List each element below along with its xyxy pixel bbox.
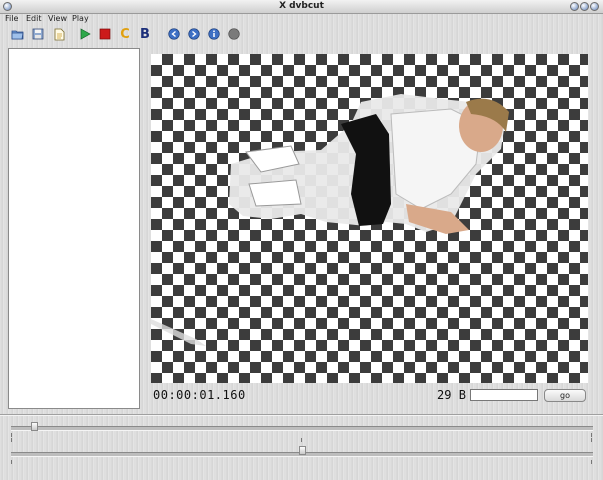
slider-tick [301, 438, 302, 442]
play-icon[interactable] [78, 27, 92, 41]
info-icon[interactable] [207, 27, 221, 41]
frame-info: 29 B [437, 388, 466, 402]
menu-edit[interactable]: Edit [26, 14, 42, 23]
title-bar: Xdvbcut [0, 0, 603, 14]
coarse-position-slider[interactable] [11, 426, 593, 431]
minimize-button[interactable] [570, 2, 579, 11]
toolbar: C B [0, 25, 603, 43]
bookmark-b-icon[interactable]: B [138, 27, 152, 42]
timecode-display: 00:00:01.160 [153, 388, 246, 402]
go-button[interactable]: go [544, 389, 586, 402]
jump-forward-icon[interactable] [187, 27, 201, 41]
close-button[interactable] [590, 2, 599, 11]
open-folder-icon[interactable] [10, 27, 24, 41]
export-document-icon[interactable] [52, 27, 66, 41]
window-title: Xdvbcut [279, 1, 324, 11]
slider-tick [11, 460, 12, 464]
frame-count-value: 29 [437, 388, 452, 402]
menu-play[interactable]: Play [72, 14, 89, 23]
stop-icon[interactable] [98, 27, 112, 41]
record-dot-icon[interactable] [227, 27, 241, 41]
x-logo-icon: X [279, 1, 287, 11]
slider-tick [591, 460, 592, 464]
cut-marker-c-icon[interactable]: C [118, 27, 132, 42]
slider-tick [591, 433, 592, 437]
slider-tick [11, 438, 12, 442]
video-frame-display [151, 54, 588, 383]
menu-bar: File Edit View Play [0, 14, 603, 25]
marker-list-panel[interactable] [8, 48, 140, 409]
jump-back-icon[interactable] [167, 27, 181, 41]
fine-slider-handle[interactable] [298, 446, 306, 455]
goto-frame-input[interactable] [470, 389, 538, 401]
video-frame-image [151, 94, 509, 346]
menu-file[interactable]: File [5, 14, 18, 23]
slider-tick [11, 433, 12, 437]
save-disk-icon[interactable] [31, 27, 45, 41]
frame-type-value: B [458, 388, 466, 402]
separator-line [0, 414, 603, 416]
maximize-button[interactable] [580, 2, 589, 11]
slider-tick [591, 438, 592, 442]
coarse-slider-handle[interactable] [30, 422, 38, 431]
menu-view[interactable]: View [48, 14, 67, 23]
